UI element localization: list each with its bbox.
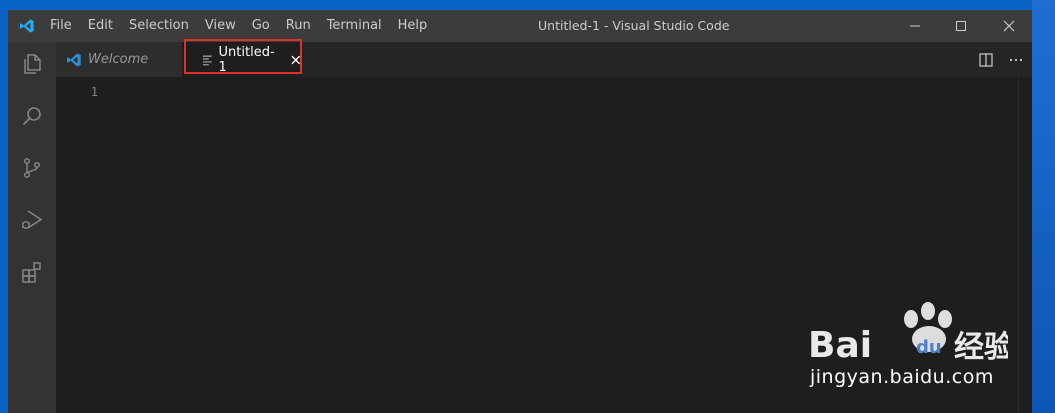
menu-terminal[interactable]: Terminal: [319, 10, 390, 42]
editor-actions: [978, 42, 1024, 77]
vscode-logo-icon: [20, 19, 34, 33]
extensions-icon[interactable]: [20, 260, 44, 284]
menu-run[interactable]: Run: [278, 10, 319, 42]
minimize-button[interactable]: [892, 10, 938, 42]
menu-edit[interactable]: Edit: [80, 10, 121, 42]
maximize-button[interactable]: [938, 10, 984, 42]
svg-text:经验: 经验: [954, 330, 1008, 365]
menu-help[interactable]: Help: [390, 10, 436, 42]
desktop-background: [1032, 0, 1055, 413]
close-window-button[interactable]: [986, 10, 1032, 42]
more-actions-icon[interactable]: [1008, 52, 1024, 68]
watermark-url: jingyan.baidu.com: [810, 366, 994, 388]
source-control-icon[interactable]: [20, 156, 44, 180]
close-icon: [1003, 20, 1015, 32]
minimize-icon: [910, 25, 920, 27]
menu-go[interactable]: Go: [244, 10, 278, 42]
tab-welcome[interactable]: Welcome: [56, 42, 182, 77]
tab-highlight-box: [184, 39, 302, 74]
explorer-icon[interactable]: [20, 52, 44, 76]
split-editor-icon[interactable]: [978, 52, 994, 68]
svg-text:Bai: Bai: [808, 325, 872, 366]
title-bar: File Edit Selection View Go Run Terminal…: [8, 10, 1032, 42]
menu-bar: File Edit Selection View Go Run Terminal…: [42, 10, 435, 42]
menu-view[interactable]: View: [197, 10, 244, 42]
vscode-logo-icon: [67, 52, 81, 67]
run-debug-icon[interactable]: [20, 208, 44, 232]
search-icon[interactable]: [20, 104, 44, 128]
tab-label: Welcome: [88, 52, 149, 67]
maximize-icon: [956, 21, 966, 31]
activity-bar: [8, 42, 56, 413]
menu-file[interactable]: File: [42, 10, 80, 42]
vertical-scrollbar[interactable]: [1018, 77, 1033, 413]
svg-text:du: du: [916, 337, 942, 358]
menu-selection[interactable]: Selection: [121, 10, 197, 42]
window-title: Untitled-1 - Visual Studio Code: [538, 18, 730, 33]
line-number: 1: [90, 85, 98, 99]
